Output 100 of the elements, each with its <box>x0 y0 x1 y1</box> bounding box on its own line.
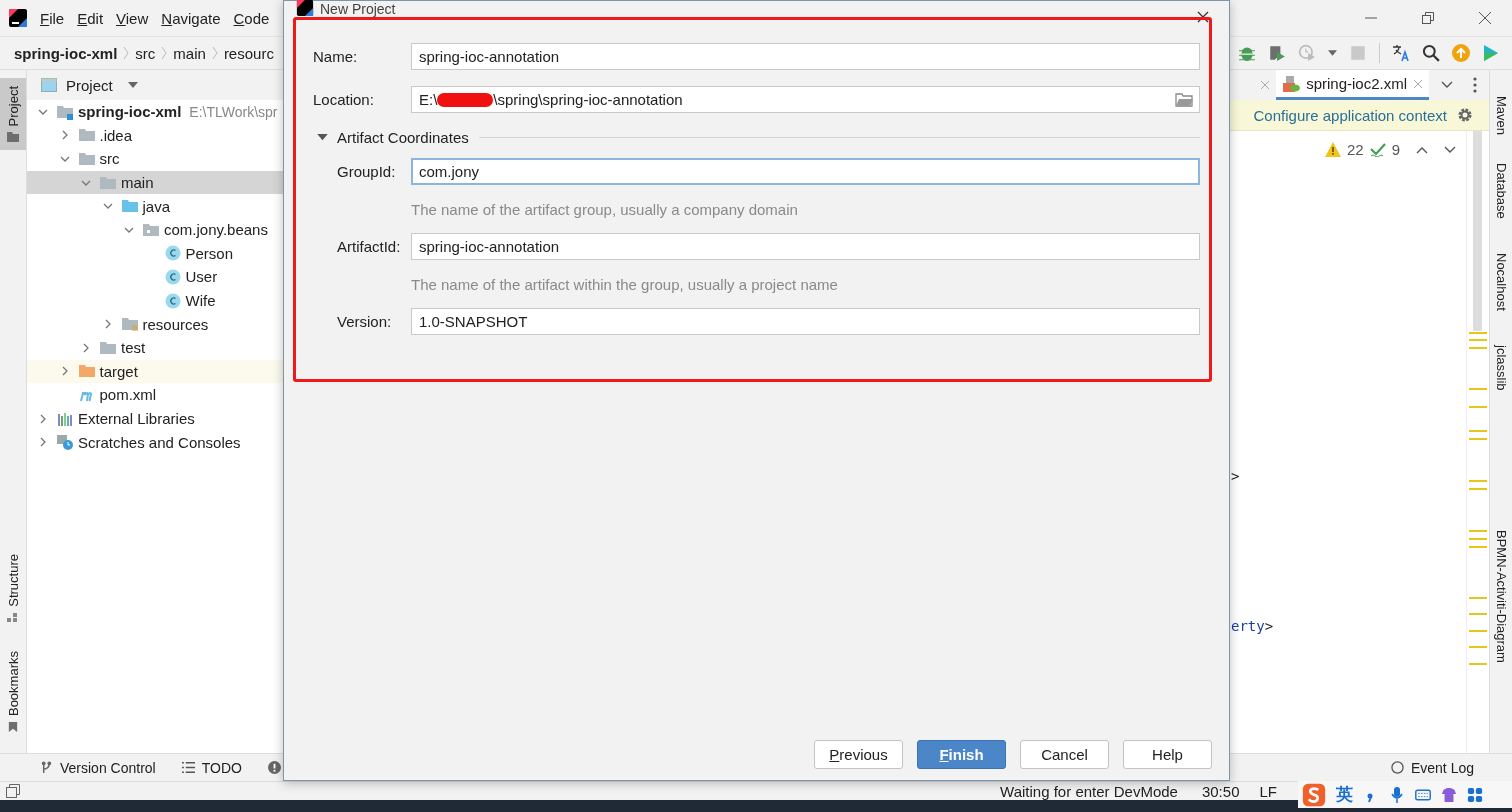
tool-window-tab[interactable]: Project <box>0 78 26 151</box>
folder-icon <box>121 198 138 215</box>
dialog-button[interactable]: Previous <box>814 740 903 769</box>
chevron-icon <box>123 46 130 60</box>
menu-item[interactable]: Edit <box>77 9 104 27</box>
tree-item[interactable]: Person <box>27 241 284 266</box>
tool-window-tab[interactable]: Version Control <box>40 759 156 776</box>
chevron-icon <box>161 46 168 60</box>
warning-icon[interactable] <box>1324 142 1341 157</box>
menu-item[interactable]: File <box>40 9 65 27</box>
folder-icon <box>121 316 138 333</box>
scratches-icon <box>57 434 73 451</box>
tool-window-tab[interactable]: Nocalhost <box>1490 248 1512 315</box>
input-field[interactable]: 1.0-SNAPSHOT <box>411 308 1200 335</box>
breadcrumb-item[interactable]: src <box>135 44 156 62</box>
tool-window-tab[interactable] <box>267 761 281 774</box>
input-mode[interactable]: 英 <box>1336 783 1353 806</box>
folder-icon <box>143 221 159 238</box>
microphone-icon[interactable] <box>1389 785 1405 804</box>
tree-item[interactable]: External Libraries <box>27 406 284 431</box>
banner-link[interactable]: Configure application context <box>1253 106 1447 124</box>
breadcrumb-item[interactable]: main <box>173 44 206 62</box>
tree-item[interactable]: java <box>27 194 284 218</box>
translate-icon[interactable] <box>1392 44 1410 62</box>
settings-icon[interactable] <box>1457 107 1473 123</box>
tree-item[interactable]: Wife <box>27 288 284 313</box>
location-field[interactable]: E:\ \spring\spring-ioc-annotation <box>411 86 1200 113</box>
caret-icon[interactable] <box>127 82 138 88</box>
coverage-icon[interactable] <box>1268 44 1286 62</box>
more-icon[interactable] <box>1473 77 1477 93</box>
tree-item[interactable]: Scratches and Consoles <box>27 430 284 454</box>
tool-window-tab[interactable]: Structure <box>0 546 26 632</box>
app-logo-icon <box>8 8 28 28</box>
down-icon[interactable] <box>1444 145 1456 154</box>
menu-item[interactable]: View <box>116 9 149 27</box>
tree-item[interactable]: src <box>27 147 284 171</box>
section-toggle[interactable]: Artifact Coordinates <box>317 129 469 146</box>
input-method-logo-icon[interactable] <box>1302 782 1326 807</box>
bug-icon[interactable] <box>1238 44 1256 62</box>
close-icon[interactable] <box>1197 11 1209 23</box>
chevron-icon <box>211 46 218 60</box>
skin-icon[interactable] <box>1441 785 1457 804</box>
dialog-button[interactable]: Finish <box>917 740 1006 769</box>
tree-item[interactable]: User <box>27 265 284 289</box>
tree-item[interactable]: .idea <box>27 123 284 148</box>
tree-item[interactable]: com.jony.beans <box>27 217 284 242</box>
menu-item[interactable]: Navigate <box>161 9 221 27</box>
tool-window-tab[interactable]: Bookmarks <box>0 643 26 741</box>
menu-item[interactable]: Code <box>233 9 270 27</box>
tree-item[interactable]: pom.xml <box>27 383 284 407</box>
dialog-button[interactable]: Help <box>1123 740 1212 769</box>
panel-title[interactable]: Project <box>66 76 113 94</box>
tool-window-tab[interactable]: Database <box>1490 159 1512 223</box>
up-icon[interactable] <box>1416 145 1428 154</box>
grid-icon[interactable] <box>1467 785 1483 804</box>
close-icon[interactable] <box>1478 11 1492 25</box>
class-icon <box>164 292 181 309</box>
breadcrumb-item[interactable]: spring-ioc-xml <box>14 44 118 62</box>
cursor-position[interactable]: 30:50 <box>1201 782 1240 800</box>
caret-icon <box>317 134 328 141</box>
tree-item[interactable]: target <box>27 359 284 384</box>
breadcrumb-item[interactable]: resourc <box>223 44 274 62</box>
folder-icon <box>57 103 73 120</box>
dialog-button[interactable]: Cancel <box>1020 740 1109 769</box>
tree-item[interactable]: main <box>27 170 284 195</box>
tree-item[interactable]: resources <box>27 312 284 336</box>
panel-toggle-icon[interactable] <box>6 784 20 798</box>
restore-icon[interactable] <box>1421 11 1435 25</box>
line-ending[interactable]: LF <box>1259 782 1277 800</box>
scrollbar-thumb[interactable] <box>1473 131 1482 331</box>
input-field[interactable]: com.jony <box>411 158 1200 185</box>
status-message: Waiting for enter DevMode <box>1000 782 1178 800</box>
tool-window-tab[interactable]: jclasslib <box>1490 340 1512 394</box>
editor-tab[interactable]: spring-ioc2.xml <box>1276 70 1429 100</box>
folder-icon <box>100 339 116 356</box>
typo-count: 9 <box>1391 141 1400 158</box>
folder-icon[interactable] <box>1175 92 1193 107</box>
tree-item[interactable]: spring-ioc-xml E:\TLWork\spr <box>27 100 284 124</box>
input-field[interactable]: spring-ioc-annotation <box>411 233 1200 260</box>
field-label: GroupId: <box>336 163 397 180</box>
plugin-logo-icon[interactable] <box>1482 44 1500 62</box>
branch-icon <box>40 761 53 774</box>
tree-item[interactable]: test <box>27 335 284 360</box>
code-line: erty> <box>1231 618 1274 634</box>
field-hint: The name of the artifact group, usually a company domain <box>411 201 799 218</box>
folder-icon <box>78 363 95 380</box>
exclamation-icon <box>267 761 281 774</box>
event-log-tab[interactable]: Event Log <box>1390 759 1474 776</box>
search-icon[interactable] <box>1422 44 1440 62</box>
panel-icon <box>41 78 57 92</box>
tool-window-tab[interactable]: BPMN-Activiti-Diagram <box>1490 526 1512 667</box>
tool-window-tab[interactable]: TODO <box>181 759 242 776</box>
chevron-icon[interactable] <box>1441 81 1453 89</box>
check-icon[interactable] <box>1369 142 1386 157</box>
folder-icon <box>100 174 116 191</box>
name-field[interactable]: spring-ioc-annotation <box>411 43 1200 70</box>
caret-icon[interactable] <box>1328 50 1337 56</box>
tool-window-tab[interactable]: Maven <box>1490 92 1512 140</box>
field-label: Version: <box>336 313 393 330</box>
folder-icon <box>78 151 95 167</box>
